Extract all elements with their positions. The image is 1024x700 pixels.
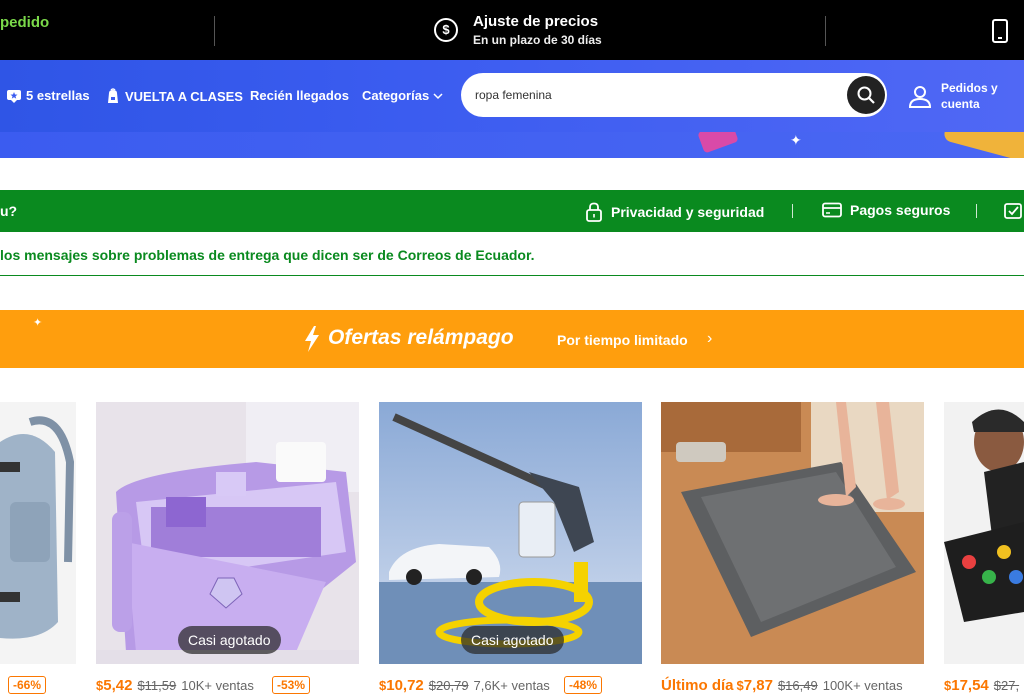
trust-bar: u? Privacidad y seguridad Pagos seguros — [0, 190, 1024, 232]
trust-question[interactable]: u? — [0, 203, 17, 219]
nav-item-categories[interactable]: Categorías — [362, 88, 443, 103]
stock-tag: Casi agotado — [178, 626, 281, 654]
lock-icon — [586, 202, 602, 222]
pushup-board-image — [944, 402, 1024, 664]
price-row: $17,54 $27, — [944, 677, 1019, 694]
sold-count: 7,6K+ ventas — [473, 678, 550, 693]
search-icon — [857, 86, 875, 104]
sold-count: 10K+ ventas — [181, 678, 254, 693]
flash-deals-title: Ofertas relámpago — [328, 326, 514, 349]
old-price: $16,49 — [777, 678, 818, 693]
pencil-case-image — [96, 402, 359, 664]
phone-icon[interactable] — [992, 19, 1008, 43]
current-price: $7,87 — [736, 677, 773, 694]
search-input[interactable] — [475, 85, 835, 105]
divider — [825, 16, 826, 46]
trust-item-payments[interactable]: Pagos seguros — [822, 202, 950, 218]
product-image — [944, 402, 1024, 664]
old-price: $11,59 — [137, 678, 177, 693]
dollar-circle-icon: $ — [434, 18, 458, 42]
star-badge-icon — [7, 89, 21, 103]
flash-deals-subtitle: Por tiempo limitado — [557, 332, 688, 348]
lightning-icon — [305, 326, 319, 352]
old-price: $20,79 — [428, 678, 469, 693]
product-card[interactable]: Casi agotado $10,72 $20,79 7,6K+ ventas … — [379, 402, 642, 700]
old-price: $27, — [993, 678, 1020, 693]
product-image — [0, 402, 76, 664]
sold-count: 100K+ ventas — [822, 678, 903, 693]
decoration — [697, 132, 739, 154]
user-icon — [908, 86, 932, 108]
notice-text: los mensajes sobre problemas de entrega … — [0, 247, 535, 263]
delivery-scam-notice[interactable]: los mensajes sobre problemas de entrega … — [0, 232, 1024, 276]
nav-item-label: VUELTA A CLASES — [125, 88, 243, 104]
discount-badge: -66% — [8, 676, 47, 694]
price-adjust-title[interactable]: Ajuste de precios — [473, 13, 598, 30]
account-label: Pedidos y cuenta — [941, 81, 998, 111]
price-row: $5,42 $11,59 10K+ ventas — [96, 677, 254, 694]
search-button[interactable] — [847, 76, 885, 114]
trust-item-privacy[interactable]: Privacidad y seguridad — [585, 202, 764, 222]
top-promo-bar: pedido $ Ajuste de precios En un plazo d… — [0, 0, 1024, 60]
sparkle-icon: ✦ — [790, 132, 802, 148]
bath-mat-image — [661, 402, 924, 664]
divider — [976, 204, 977, 218]
card-icon — [822, 202, 842, 218]
promo-banner[interactable]: ✦ — [0, 132, 1024, 158]
product-card[interactable]: $17,54 $27, — [944, 402, 1024, 700]
nav-item-5-stars[interactable]: 5 estrellas — [6, 88, 90, 103]
nav-item-back-to-school[interactable]: VUELTA A CLASES — [105, 88, 243, 104]
trust-item-more[interactable] — [1004, 202, 1024, 220]
check-box-icon — [1004, 203, 1022, 219]
stock-tag: Casi agotado — [461, 626, 564, 654]
current-price: $5,42 — [96, 677, 133, 694]
product-image — [96, 402, 359, 664]
nav-item-label: Categorías — [362, 88, 430, 103]
backpack-image — [0, 402, 76, 664]
price-row: Último día $7,87 $16,49 100K+ ventas — [661, 677, 903, 694]
chevron-right-icon: › — [707, 330, 713, 347]
main-navbar: 5 estrellas VUELTA A CLASES Recién llega… — [0, 60, 1024, 132]
price-adjust-subtitle: En un plazo de 30 días — [473, 33, 602, 47]
divider — [214, 16, 215, 46]
flash-deals-banner[interactable]: ✦ Ofertas relámpago Por tiempo limitado … — [0, 310, 1024, 368]
product-image — [379, 402, 642, 664]
discount-badge: -53% — [272, 676, 311, 694]
decoration — [942, 132, 1024, 158]
washer-gun-image — [379, 402, 642, 664]
nav-item-label: 5 estrellas — [26, 88, 90, 103]
product-card[interactable]: -66% — [0, 402, 76, 700]
discount-badge: -48% — [564, 676, 603, 694]
sparkle-icon: ✦ — [33, 317, 43, 329]
chevron-down-icon — [433, 92, 443, 99]
price-row: $10,72 $20,79 7,6K+ ventas — [379, 677, 550, 694]
backpack-icon — [108, 88, 118, 103]
last-day-label: Último día — [661, 677, 734, 694]
divider — [792, 204, 793, 218]
product-card[interactable]: Casi agotado $5,42 $11,59 10K+ ventas -5… — [96, 402, 359, 700]
current-price: $10,72 — [379, 677, 424, 694]
product-image — [661, 402, 924, 664]
promo-left-text[interactable]: pedido — [0, 14, 49, 31]
search-bar — [461, 73, 887, 117]
nav-item-label: Recién llegados — [250, 88, 349, 103]
trust-item-label: Pagos seguros — [850, 202, 951, 218]
product-card[interactable]: Último día $7,87 $16,49 100K+ ventas — [661, 402, 924, 700]
trust-item-label: Privacidad y seguridad — [611, 204, 765, 220]
nav-item-new-arrivals[interactable]: Recién llegados — [250, 88, 349, 103]
current-price: $17,54 — [944, 677, 989, 694]
